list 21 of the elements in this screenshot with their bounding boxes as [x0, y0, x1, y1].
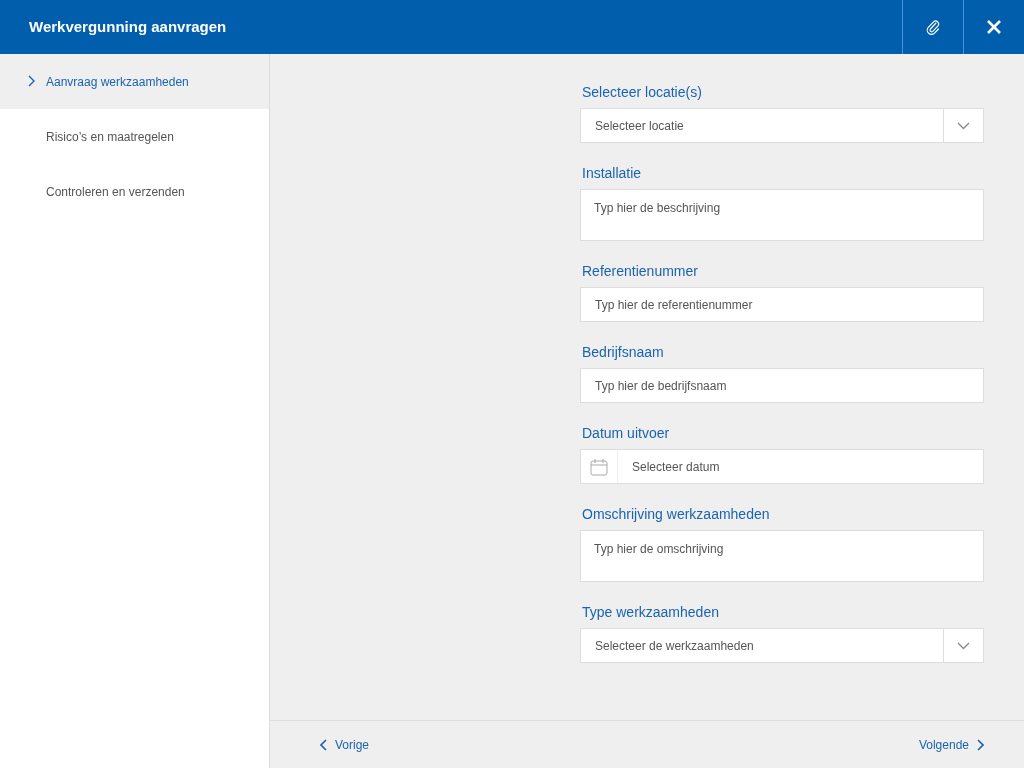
- sidebar-item[interactable]: Aanvraag werkzaamheden: [0, 54, 269, 109]
- field-label: Selecteer locatie(s): [582, 83, 703, 102]
- chevron-right-icon: [977, 738, 984, 751]
- chevron-down-icon: [957, 121, 970, 130]
- field-label: Datum uitvoer: [582, 424, 671, 443]
- paperclip-icon: [926, 19, 940, 35]
- field-label: Type werkzaamheden: [582, 603, 720, 622]
- field-label: Referentienummer: [582, 262, 699, 281]
- calendar-icon: [590, 457, 608, 476]
- previous-link[interactable]: Vorige: [320, 735, 370, 754]
- close-icon: [986, 19, 1002, 35]
- field-label: Omschrijving werkzaamheden: [582, 505, 771, 524]
- chevron-right-icon: [28, 75, 35, 87]
- next-link[interactable]: Volgende: [918, 735, 984, 754]
- chevron-left-icon: [320, 738, 327, 751]
- select-field[interactable]: Selecteer locatie: [580, 108, 984, 143]
- field-label: Installatie: [582, 164, 643, 183]
- select-field[interactable]: Selecteer de werkzaamheden: [580, 628, 984, 663]
- chevron-down-icon: [957, 641, 970, 650]
- field-label: Bedrijfsnaam: [582, 343, 665, 362]
- window-title: Werkvergunning aanvragen: [28, 17, 228, 37]
